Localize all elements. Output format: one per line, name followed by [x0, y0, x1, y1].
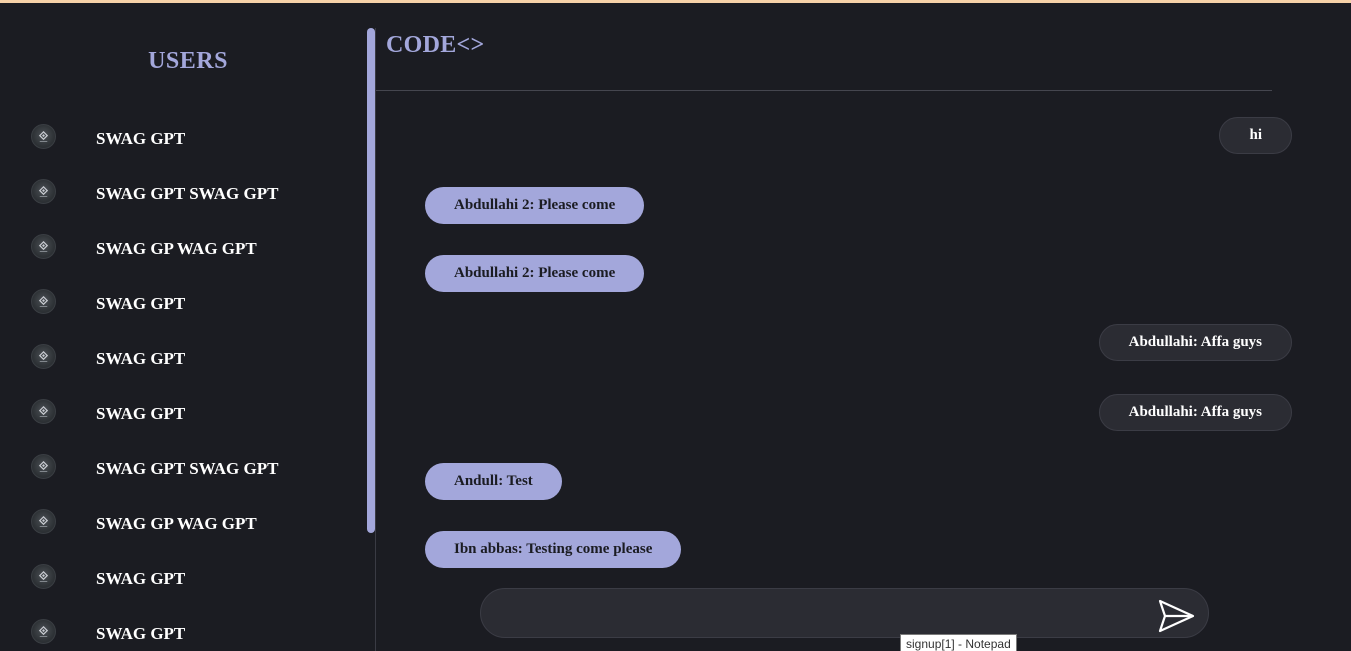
user-list-item[interactable]: SWAG GPT — [0, 384, 366, 439]
user-avatar — [31, 289, 56, 314]
user-name: SWAG GP WAG GPT — [96, 514, 257, 533]
user-name: SWAG GP WAG GPT — [96, 239, 257, 258]
chat-header-divider — [376, 90, 1272, 91]
user-name: SWAG GPT — [96, 349, 186, 368]
user-list-item[interactable]: SWAG GPT — [0, 274, 366, 329]
sidebar-scrollbar[interactable] — [367, 28, 375, 533]
send-arrow-icon — [1158, 599, 1195, 633]
user-name: SWAG GPT — [96, 569, 186, 588]
user-avatar — [31, 179, 56, 204]
outgoing-message-bubble: Abdullahi: Affa guys — [1098, 324, 1292, 361]
taskbar-tooltip: signup[1] - Notepad — [900, 634, 1017, 651]
user-list-item[interactable]: SWAG GPT SWAG GPT — [0, 439, 366, 494]
user-avatar — [31, 234, 56, 259]
users-sidebar: USERS SWAG GPT SWAG GPT SWAG GPT SWAG GP W… — [0, 3, 366, 651]
user-avatar — [31, 619, 56, 644]
user-avatar — [31, 399, 56, 424]
user-list-item[interactable]: SWAG GPT — [0, 109, 366, 164]
user-name: SWAG GPT — [96, 404, 186, 423]
chat-left-border — [375, 28, 376, 651]
incoming-message-bubble: Ibn abbas: Testing come please — [425, 531, 682, 568]
user-name: SWAG GPT — [96, 294, 186, 313]
outgoing-message-bubble: Abdullahi: Affa guys — [1098, 394, 1292, 431]
user-list-item[interactable]: SWAG GPT SWAG GPT — [0, 164, 366, 219]
outgoing-message-bubble: hi — [1219, 117, 1292, 154]
user-list-item[interactable]: SWAG GPT — [0, 604, 366, 651]
send-button[interactable] — [1156, 596, 1196, 636]
user-list-item[interactable]: SWAG GP WAG GPT — [0, 219, 366, 274]
message-input[interactable] — [501, 599, 1141, 629]
incoming-message-bubble: Andull: Test — [425, 463, 562, 500]
incoming-message-bubble: Abdullahi 2: Please come — [425, 187, 645, 224]
sidebar-title: USERS — [148, 48, 228, 74]
user-avatar — [31, 454, 56, 479]
user-avatar — [31, 564, 56, 589]
user-list: SWAG GPT SWAG GPT SWAG GPT SWAG GP WAG GPT… — [0, 109, 366, 651]
user-list-item[interactable]: SWAG GPT — [0, 329, 366, 384]
user-list-item[interactable]: SWAG GPT — [0, 549, 366, 604]
user-avatar — [31, 344, 56, 369]
user-name: SWAG GPT — [96, 129, 186, 148]
user-name: SWAG GPT — [96, 624, 186, 643]
user-avatar — [31, 509, 56, 534]
incoming-message-bubble: Abdullahi 2: Please come — [425, 255, 645, 292]
user-list-item[interactable]: SWAG GP WAG GPT — [0, 494, 366, 549]
user-avatar — [31, 124, 56, 149]
message-input-bar — [480, 588, 1209, 638]
user-name: SWAG GPT SWAG GPT — [96, 184, 279, 203]
chat-title: CODE<> — [386, 32, 485, 58]
user-name: SWAG GPT SWAG GPT — [96, 459, 279, 478]
